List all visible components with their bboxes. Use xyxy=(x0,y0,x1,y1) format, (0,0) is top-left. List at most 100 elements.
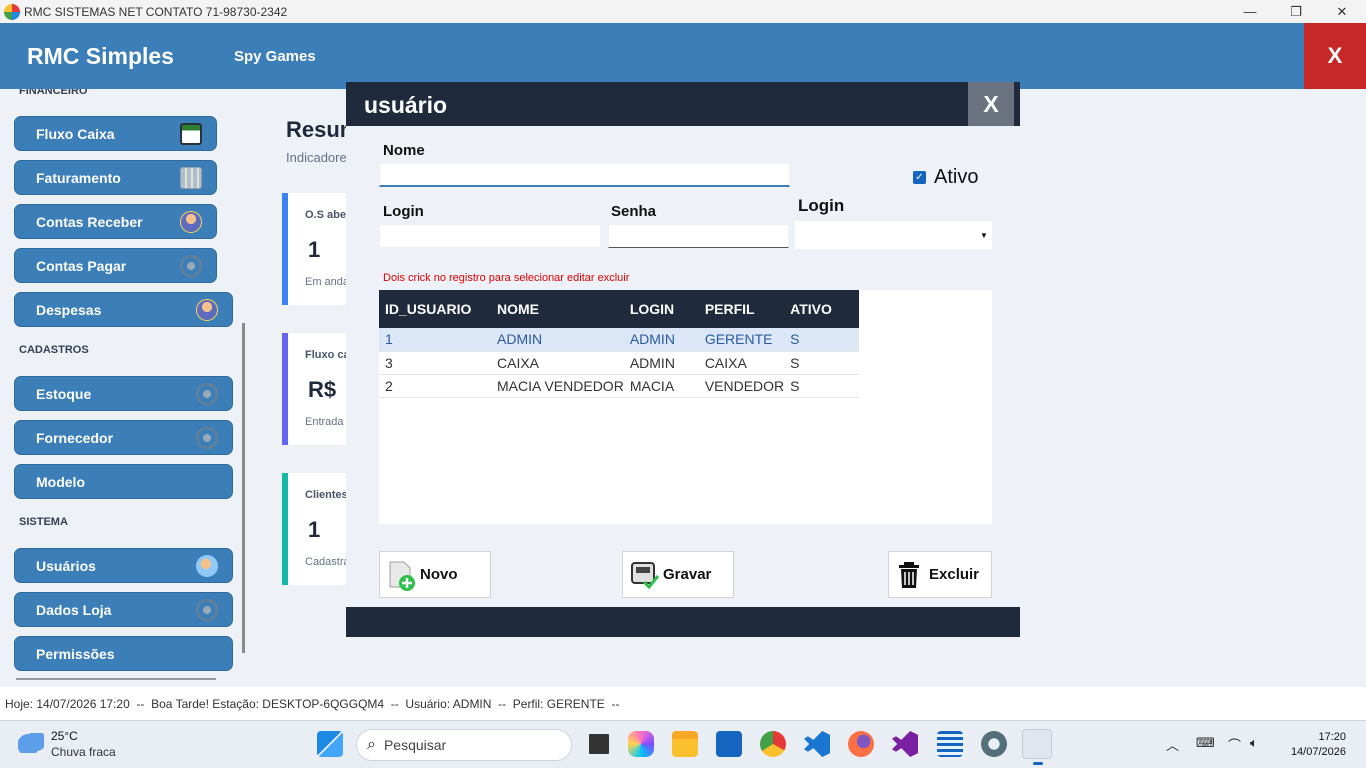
cell-id: 1 xyxy=(379,328,491,352)
rmc-app-icon[interactable] xyxy=(1022,729,1052,759)
person-money-icon xyxy=(196,299,218,321)
col-id-usuario[interactable]: ID_USUARIO xyxy=(379,290,491,328)
dialog-header: usuário X xyxy=(346,82,1020,126)
system-clock[interactable]: 17:20 14/07/2026 xyxy=(1280,730,1346,760)
ativo-checkbox[interactable]: ✓ xyxy=(913,171,926,184)
sidebar-item-label: Contas Receber xyxy=(36,213,143,230)
clock-date: 14/07/2026 xyxy=(1290,746,1346,758)
grid-hint: Dois crick no registro para selecionar e… xyxy=(383,272,630,284)
users-icon xyxy=(196,555,218,577)
store-icon[interactable] xyxy=(716,731,742,757)
weather-desc: Chuva fraca xyxy=(51,745,116,759)
senha-label: Senha xyxy=(611,203,657,220)
gravar-label: Gravar xyxy=(663,566,712,583)
login-label: Login xyxy=(383,203,424,220)
sidebar-item-label: Usuários xyxy=(36,557,96,574)
excluir-button[interactable]: Excluir xyxy=(888,551,992,598)
firefox-icon[interactable] xyxy=(848,731,874,757)
section-financeiro: FINANCEIRO xyxy=(19,89,88,97)
users-table: ID_USUARIO NOME LOGIN PERFIL ATIVO 1 ADM… xyxy=(379,290,860,398)
card-title: Fluxo ca xyxy=(305,349,350,361)
dialog-close-button[interactable]: X xyxy=(968,82,1014,126)
brand-title: RMC Simples xyxy=(27,43,174,69)
search-placeholder: Pesquisar xyxy=(383,737,447,753)
section-cadastros: CADASTROS xyxy=(19,344,89,356)
sidebar: FINANCEIRO Fluxo Caixa Faturamento Conta… xyxy=(0,89,252,687)
notepad-icon[interactable] xyxy=(937,731,963,757)
table-row[interactable]: 1 ADMIN ADMIN GERENTE S xyxy=(379,328,860,352)
col-perfil[interactable]: PERFIL xyxy=(698,290,785,328)
sidebar-item-estoque[interactable]: Estoque xyxy=(14,376,233,411)
sidebar-item-usuarios[interactable]: Usuários xyxy=(14,548,233,583)
sidebar-item-dados-loja[interactable]: Dados Loja xyxy=(14,592,233,627)
app-close-button[interactable]: X xyxy=(1304,23,1366,89)
novo-label: Novo xyxy=(420,566,458,583)
keyboard-icon[interactable]: ⌨ xyxy=(1196,735,1215,751)
app-header: RMC Simples Spy Games X xyxy=(0,23,1366,89)
add-document-icon xyxy=(386,559,418,591)
login-input[interactable] xyxy=(379,224,601,248)
task-view-icon[interactable] xyxy=(586,731,612,757)
save-check-icon xyxy=(629,559,661,591)
sidebar-item-contas-pagar[interactable]: Contas Pagar xyxy=(14,248,217,283)
cell-login: ADMIN xyxy=(623,351,699,375)
chevron-up-icon[interactable]: ︿ xyxy=(1166,735,1179,754)
sidebar-divider xyxy=(16,678,216,680)
visual-studio-icon[interactable] xyxy=(892,731,918,757)
ativo-checkbox-group[interactable]: ✓ Ativo xyxy=(913,166,978,189)
tools-icon xyxy=(180,255,202,277)
sidebar-item-fornecedor[interactable]: Fornecedor xyxy=(14,420,233,455)
volume-icon[interactable]: 🔈︎ xyxy=(1250,735,1258,751)
gravar-button[interactable]: Gravar xyxy=(622,551,734,598)
vscode-icon[interactable] xyxy=(804,731,830,757)
nome-input[interactable] xyxy=(379,163,790,187)
chrome-icon[interactable] xyxy=(760,731,786,757)
cell-ativo: S xyxy=(784,374,860,398)
sidebar-item-permissoes[interactable]: Permissões xyxy=(14,636,233,671)
calendar-icon xyxy=(180,167,202,189)
card-accent xyxy=(282,473,288,585)
sidebar-item-faturamento[interactable]: Faturamento xyxy=(14,160,217,195)
restore-button[interactable]: ❐ xyxy=(1273,0,1319,23)
chevron-down-icon[interactable]: ▼ xyxy=(976,221,992,249)
card-value: 1 xyxy=(308,237,321,262)
table-header-row: ID_USUARIO NOME LOGIN PERFIL ATIVO xyxy=(379,290,860,328)
sidebar-item-label: Dados Loja xyxy=(36,601,112,618)
sidebar-item-fluxo-caixa[interactable]: Fluxo Caixa xyxy=(14,116,217,151)
excluir-label: Excluir xyxy=(929,566,980,583)
taskbar-search[interactable]: ⌕ Pesquisar xyxy=(356,729,572,761)
settings-gear-icon[interactable] xyxy=(981,731,1007,757)
sidebar-scrollbar[interactable] xyxy=(242,323,245,653)
cell-perfil: CAIXA xyxy=(698,351,785,375)
weather-widget[interactable]: 25°C Chuva fraca xyxy=(18,729,116,759)
file-explorer-icon[interactable] xyxy=(672,731,698,757)
card-value: 1 xyxy=(308,517,321,542)
col-nome[interactable]: NOME xyxy=(491,290,624,328)
section-sistema: SISTEMA xyxy=(19,516,68,528)
cell-nome: ADMIN xyxy=(491,328,624,352)
card-accent xyxy=(282,333,288,445)
window-close-button[interactable]: ✕ xyxy=(1319,0,1365,23)
minimize-button[interactable]: — xyxy=(1227,0,1273,23)
app-logo-icon xyxy=(4,3,20,20)
wifi-icon[interactable]: ⌒ xyxy=(1228,735,1241,754)
col-login[interactable]: LOGIN xyxy=(623,290,699,328)
card-subtitle: Cadastra xyxy=(305,556,350,568)
status-text: Hoje: 14/07/2026 17:20 -- Boa Tarde! Est… xyxy=(5,696,620,711)
start-icon[interactable] xyxy=(317,731,343,757)
window-title: RMC SISTEMAS NET CONTATO 71-98730-2342 xyxy=(24,4,288,19)
col-ativo[interactable]: ATIVO xyxy=(784,290,860,328)
clock-time: 17:20 xyxy=(1318,731,1346,743)
cell-nome: MACIA VENDEDOR xyxy=(491,374,624,398)
sidebar-item-contas-receber[interactable]: Contas Receber xyxy=(14,204,217,239)
sidebar-item-modelo[interactable]: Modelo xyxy=(14,464,233,499)
senha-input[interactable] xyxy=(608,224,789,248)
tools-icon xyxy=(196,427,218,449)
sidebar-item-despesas[interactable]: Despesas xyxy=(14,292,233,327)
card-title: Clientes xyxy=(305,489,348,501)
table-row[interactable]: 2 MACIA VENDEDOR MACIA VENDEDOR S xyxy=(379,374,860,398)
novo-button[interactable]: Novo xyxy=(379,551,491,598)
table-row[interactable]: 3 CAIXA ADMIN CAIXA S xyxy=(379,351,860,375)
copilot-icon[interactable] xyxy=(628,731,654,757)
perfil-select[interactable]: ▼ xyxy=(795,221,992,249)
